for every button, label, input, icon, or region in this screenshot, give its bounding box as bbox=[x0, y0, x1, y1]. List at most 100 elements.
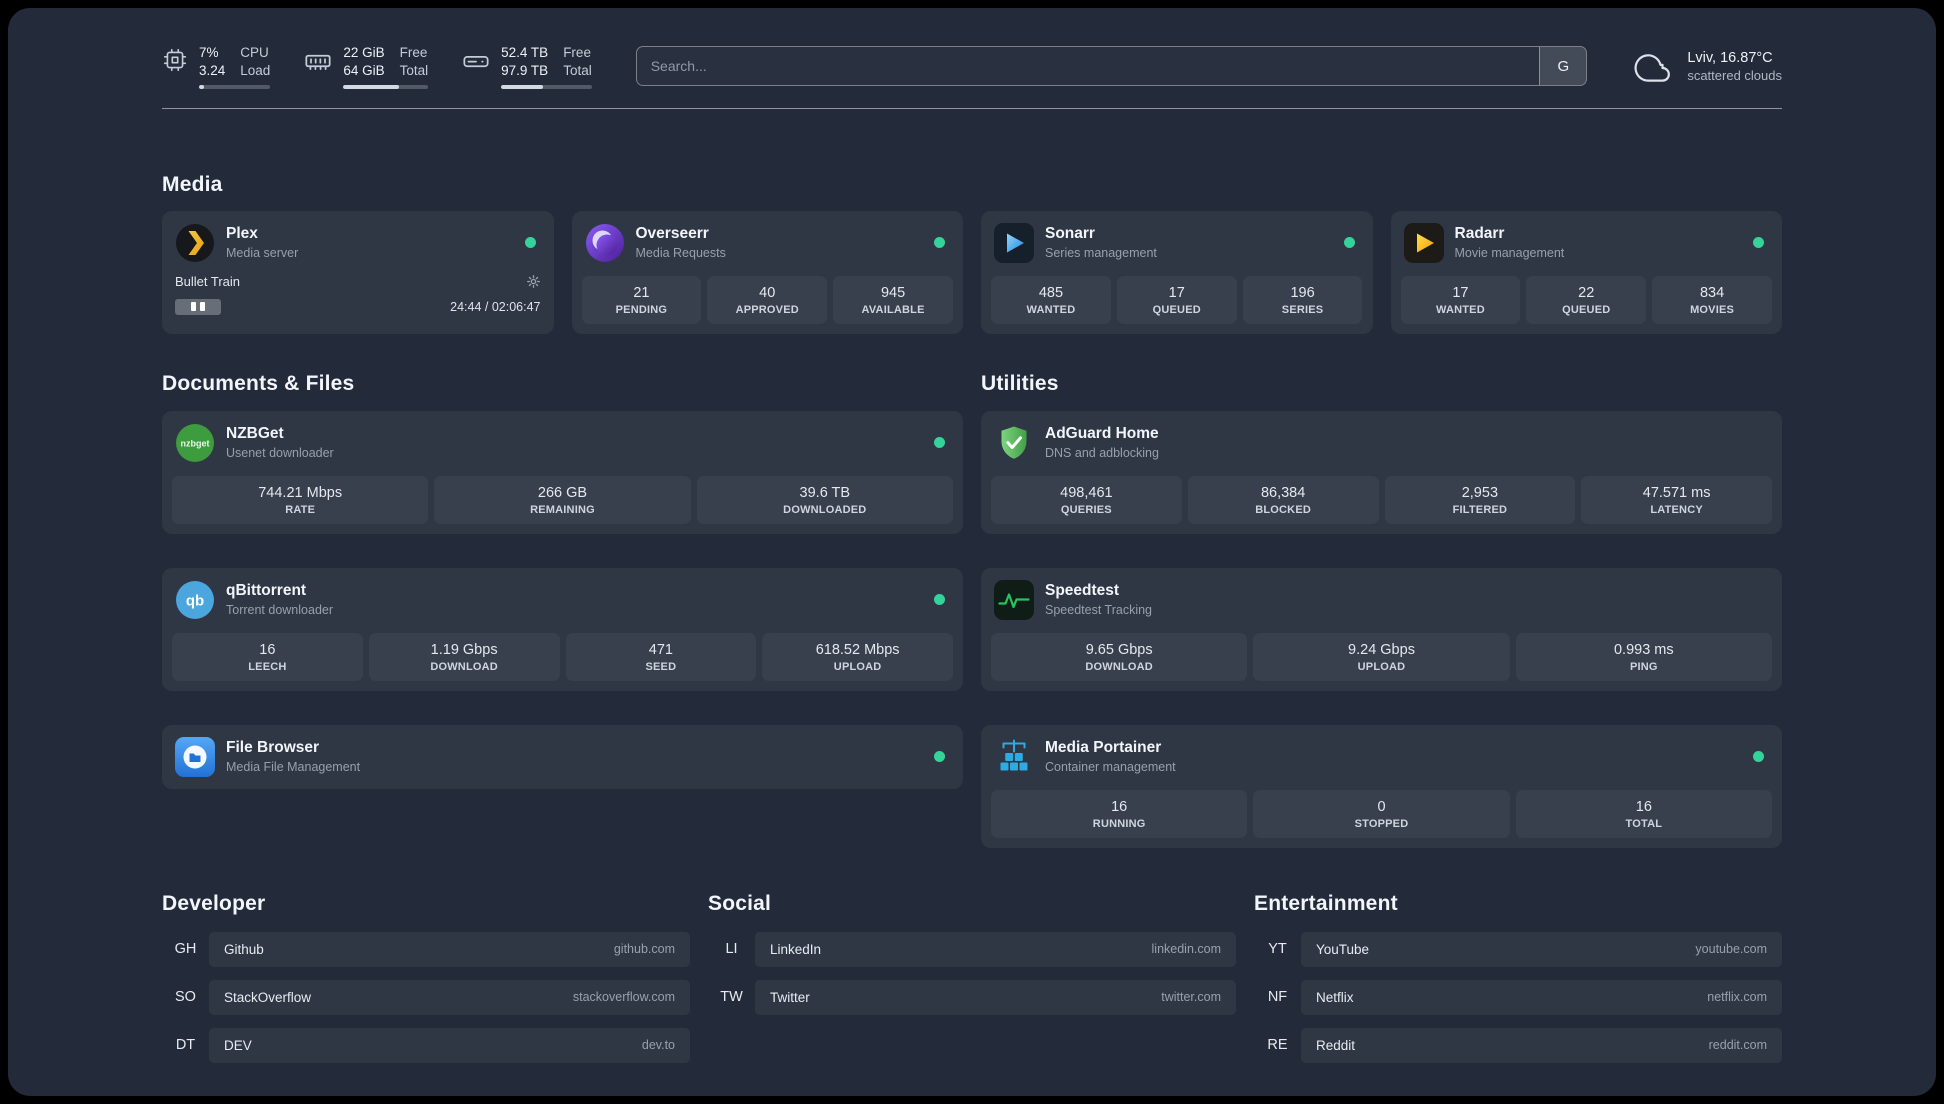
bookmark-stackoverflow[interactable]: SO StackOverflow stackoverflow.com bbox=[162, 979, 690, 1015]
bookmark-domain: github.com bbox=[613, 942, 675, 957]
stat-pending: 21 PENDING bbox=[581, 275, 702, 324]
status-dot bbox=[1753, 751, 1764, 763]
stat-approved: 40 APPROVED bbox=[707, 275, 828, 324]
service-link-adguard[interactable]: AdGuard Home DNS and adblocking bbox=[991, 421, 1772, 465]
status-dot bbox=[934, 237, 945, 249]
service-name: File Browser bbox=[226, 739, 320, 757]
bookmark-group-entertainment: Entertainment YT YouTube youtube.com NF N… bbox=[1254, 892, 1782, 1063]
service-link-radarr[interactable]: Radarr Movie management bbox=[1401, 221, 1773, 265]
stat-queued: 22 QUEUED bbox=[1526, 275, 1647, 324]
memory-icon bbox=[304, 47, 332, 75]
section-media: Media Plex Media server Bullet Train 24:… bbox=[162, 173, 1782, 334]
stat-blocked: 86,384 BLOCKED bbox=[1187, 475, 1379, 524]
stat-available: 945 AVAILABLE bbox=[833, 275, 953, 324]
stat-stopped: 0 STOPPED bbox=[1253, 789, 1510, 838]
bookmark-name: Netflix bbox=[1316, 989, 1354, 1005]
service-name: Media Portainer bbox=[1045, 739, 1162, 757]
cpu-label-top: CPU bbox=[240, 45, 269, 60]
service-name: Overseerr bbox=[635, 225, 709, 243]
section-utilities: Utilities AdGuard Home DNS and adblockin… bbox=[981, 372, 1782, 848]
settings-icon[interactable] bbox=[526, 274, 541, 289]
status-dot bbox=[1753, 237, 1764, 249]
service-description: Container management bbox=[1045, 759, 1176, 774]
stat-label: DOWNLOAD bbox=[1085, 660, 1153, 673]
bookmark-abbr: NF bbox=[1267, 989, 1288, 1006]
bookmark-twitter[interactable]: TW Twitter twitter.com bbox=[708, 979, 1236, 1015]
service-name: qBittorrent bbox=[226, 582, 307, 600]
search-provider-button[interactable]: G bbox=[1539, 47, 1587, 86]
bookmark-youtube[interactable]: YT YouTube youtube.com bbox=[1254, 931, 1782, 967]
memory-free-label: Free bbox=[399, 45, 428, 60]
service-meta: Sonarr Series management bbox=[1045, 225, 1157, 260]
cpu-widget: 7% 3.24 CPU Load bbox=[162, 44, 271, 89]
status-dot bbox=[934, 594, 945, 606]
svg-text:nzbget: nzbget bbox=[181, 438, 210, 448]
service-name: Sonarr bbox=[1045, 225, 1095, 243]
stat-label: BLOCKED bbox=[1255, 503, 1312, 516]
service-link-sonarr[interactable]: Sonarr Series management bbox=[991, 221, 1363, 265]
stat-label: UPLOAD bbox=[1357, 660, 1406, 673]
search-input[interactable] bbox=[636, 47, 1540, 86]
stat-value: 1.19 Gbps bbox=[430, 641, 498, 658]
service-link-speedtest[interactable]: Speedtest Speedtest Tracking bbox=[991, 578, 1772, 622]
service-card-portainer: Media Portainer Container management 16 … bbox=[981, 724, 1782, 848]
service-description: Media Requests bbox=[635, 245, 726, 260]
stat-label: QUEUED bbox=[1152, 303, 1201, 316]
dashboard-container: 7% 3.24 CPU Load 22 GiB 64 GiB Free Tota… bbox=[162, 8, 1782, 1083]
bookmark-name: StackOverflow bbox=[224, 989, 312, 1005]
service-card-speedtest: Speedtest Speedtest Tracking 9.65 Gbps D… bbox=[981, 567, 1782, 691]
bookmark-linkedin[interactable]: LI LinkedIn linkedin.com bbox=[708, 931, 1236, 967]
service-link-plex[interactable]: Plex Media server bbox=[172, 221, 544, 265]
bookmark-group-title: Developer bbox=[162, 891, 266, 915]
stat-wanted: 17 WANTED bbox=[1400, 275, 1521, 324]
disk-total-value: 97.9 TB bbox=[501, 62, 549, 78]
service-description: Media File Management bbox=[226, 759, 361, 774]
service-link-filebrowser[interactable]: File Browser Media File Management bbox=[172, 735, 953, 779]
stat-value: 834 bbox=[1699, 284, 1725, 301]
media-grid: Plex Media server Bullet Train 24:44 / 0… bbox=[162, 210, 1782, 334]
bookmark-netflix[interactable]: NF Netflix netflix.com bbox=[1254, 979, 1782, 1015]
stat-label: SEED bbox=[645, 660, 677, 673]
stat-running: 16 RUNNING bbox=[991, 789, 1248, 838]
memory-free-value: 22 GiB bbox=[343, 45, 385, 60]
stat-value: 17 bbox=[1452, 284, 1469, 301]
memory-usage-fill bbox=[343, 84, 400, 89]
stat-label: AVAILABLE bbox=[861, 303, 925, 316]
service-link-portainer[interactable]: Media Portainer Container management bbox=[991, 735, 1772, 779]
service-link-nzbget[interactable]: nzbget NZBGet Usenet downloader bbox=[172, 421, 953, 465]
pause-button[interactable] bbox=[175, 298, 221, 315]
service-name: Speedtest bbox=[1045, 582, 1120, 600]
bookmark-abbr: GH bbox=[174, 941, 197, 958]
cpu-label-bottom: Load bbox=[240, 62, 271, 78]
service-stats: 21 PENDING 40 APPROVED 945 AVAILABLE bbox=[581, 275, 954, 324]
service-description: Speedtest Tracking bbox=[1045, 602, 1153, 617]
bookmark-abbr: RE bbox=[1267, 1037, 1288, 1054]
stat-queued: 17 QUEUED bbox=[1116, 275, 1237, 324]
bookmark-abbr: DT bbox=[175, 1037, 196, 1054]
service-card-plex: Plex Media server Bullet Train 24:44 / 0… bbox=[162, 210, 554, 334]
section-title-documents: Documents & Files bbox=[162, 371, 355, 395]
bookmark-abbr: YT bbox=[1268, 941, 1287, 958]
service-stats: 485 WANTED 17 QUEUED 196 SERIES bbox=[991, 275, 1363, 324]
stat-value: 0 bbox=[1377, 798, 1386, 815]
service-link-overseerr[interactable]: Overseerr Media Requests bbox=[582, 221, 954, 265]
middle-columns: Documents & Files nzbget NZBGet Usenet d… bbox=[162, 372, 1782, 848]
stat-value: 86,384 bbox=[1260, 484, 1306, 501]
service-name: Radarr bbox=[1454, 225, 1505, 243]
stat-label: LEECH bbox=[248, 660, 287, 673]
weather-widget: Lviv, 16.87°C scattered clouds bbox=[1631, 46, 1782, 87]
service-link-qbittorrent[interactable]: qb qBittorrent Torrent downloader bbox=[172, 578, 953, 622]
bookmark-reddit[interactable]: RE Reddit reddit.com bbox=[1254, 1027, 1782, 1063]
stat-value: 945 bbox=[880, 284, 906, 301]
service-card-nzbget: nzbget NZBGet Usenet downloader 744.21 M… bbox=[162, 410, 963, 534]
bookmark-abbr: LI bbox=[725, 941, 738, 958]
stat-value: 16 bbox=[1635, 798, 1652, 815]
bookmark-dev[interactable]: DT DEV dev.to bbox=[162, 1027, 690, 1063]
stat-label: QUERIES bbox=[1060, 503, 1112, 516]
bookmark-group-social: Social LI LinkedIn linkedin.com TW Twitte… bbox=[708, 892, 1236, 1015]
disk-free-label: Free bbox=[563, 45, 591, 60]
dashboard-panel: 7% 3.24 CPU Load 22 GiB 64 GiB Free Tota… bbox=[8, 8, 1936, 1096]
bookmark-github[interactable]: GH Github github.com bbox=[162, 931, 690, 967]
service-card-qbittorrent: qb qBittorrent Torrent downloader 16 LEE… bbox=[162, 567, 963, 691]
bookmark-name: DEV bbox=[224, 1037, 252, 1053]
